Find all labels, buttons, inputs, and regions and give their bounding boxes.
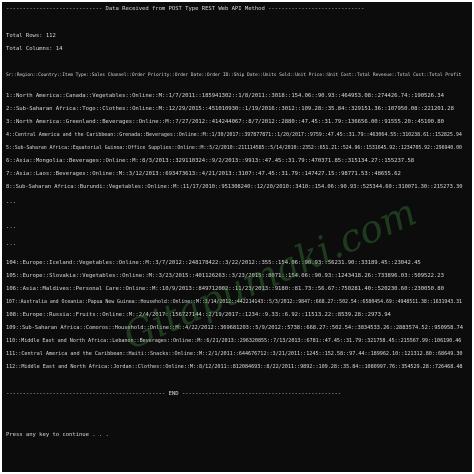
data-row: 2::Sub-Saharan Africa::Togo::Clothes::On… <box>6 106 454 112</box>
data-row: 7::Asia::Laos::Beverages::Online::M::3/1… <box>6 171 401 177</box>
total-rows-text: Total Rows: 112 <box>6 33 56 39</box>
columns-header-line: Sr::Region::Country::Item Type::Sales Ch… <box>6 73 462 78</box>
data-row: 107::Australia and Oceania::Papua New Gu… <box>6 299 462 305</box>
data-row: 5::Sub-Saharan Africa::Equatorial Guinea… <box>6 145 462 151</box>
data-row: 106::Asia::Maldives::Personal Care::Onli… <box>6 286 444 292</box>
data-row: 109::Sub-Saharan Africa::Comoros::Househ… <box>6 325 463 331</box>
console-window[interactable]: ----------------------------- Data Recei… <box>2 2 472 472</box>
ellipsis-line: ... <box>6 199 16 205</box>
data-row: 108::Europe::Russia::Fruits::Online::M::… <box>6 312 391 318</box>
screenshot-frame: ----------------------------- Data Recei… <box>0 0 474 474</box>
data-row: 105::Europe::Slovakia::Vegetables::Onlin… <box>6 273 444 279</box>
data-row: 4::Central America and the Caribbean::Gr… <box>6 132 462 138</box>
data-row: 111::Central America and the Caribbean::… <box>6 351 463 357</box>
end-separator: ----------------------------------------… <box>6 391 342 397</box>
data-row: 8::Sub-Saharan Africa::Burundi::Vegetabl… <box>6 184 463 190</box>
data-row: 110::Middle East and North Africa::Leban… <box>6 338 462 344</box>
continue-prompt: Press any key to continue . . . <box>6 432 109 438</box>
data-row: 112::Middle East and North Africa::Jorda… <box>6 364 463 370</box>
data-row: 3::North America::Greenland::Beverages::… <box>6 119 444 125</box>
data-row: 1::North America::Canada::Vegetables::On… <box>6 93 444 99</box>
data-row: 6::Asia::Mongolia::Beverages::Online::M:… <box>6 158 415 164</box>
data-row: 104::Europe::Iceland::Vegetables::Online… <box>6 260 421 266</box>
console-header: ----------------------------- Data Recei… <box>6 6 365 12</box>
ellipsis-line: ... <box>6 241 16 247</box>
total-columns-text: Total Columns: 14 <box>6 46 63 52</box>
ellipsis-line: ... <box>6 224 16 230</box>
